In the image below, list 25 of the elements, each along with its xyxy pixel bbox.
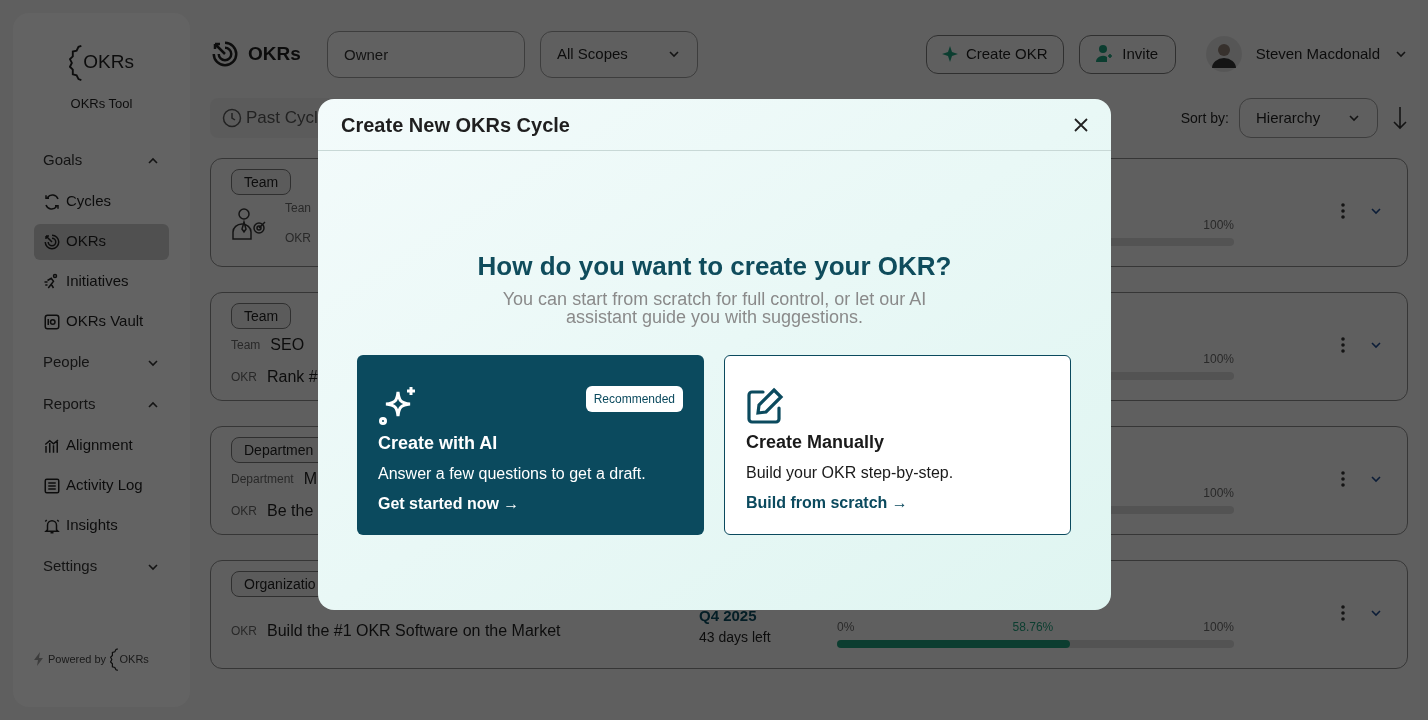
row-value: SEO: [270, 335, 305, 355]
logo-text: OKRs: [119, 651, 149, 667]
option-title: Create Manually: [746, 431, 886, 454]
logo-text: OKRs: [83, 49, 134, 74]
powered-by-text: Powered by: [48, 651, 107, 667]
option-description: Build your OKR step-by-step.: [746, 463, 955, 483]
user-name: Steven Macdonald: [1255, 43, 1380, 64]
row-value: M: [303, 469, 318, 489]
modal-title: Create New OKRs Cycle: [341, 112, 570, 138]
scope-tag: Team: [231, 303, 292, 329]
question-subtitle: You can start from scratch for full control, or let our AI assistant guide you with suggestions.: [501, 290, 928, 326]
scope-tag: Team: [231, 169, 292, 195]
row-value: Build the #1 OKR Software on the Market: [267, 621, 561, 641]
question-heading: How do you want to create your OKR?: [477, 250, 952, 283]
option-description: Answer a few questions to get a draft.: [378, 464, 647, 484]
row-value: Rank #: [267, 367, 318, 387]
option-title: Create with AI: [378, 432, 499, 455]
app-name: OKRs Tool: [69, 95, 134, 113]
recommended-badge: Recommended: [585, 386, 683, 412]
cycle-label: Q4 2025: [699, 605, 758, 626]
page-title: OKRs: [248, 41, 301, 66]
days-left: 43 days left: [699, 628, 772, 647]
sort-label: Sort by:: [1180, 108, 1229, 128]
percent-label: 58.76%: [1012, 620, 1054, 634]
row-value: Be the: [267, 501, 314, 521]
